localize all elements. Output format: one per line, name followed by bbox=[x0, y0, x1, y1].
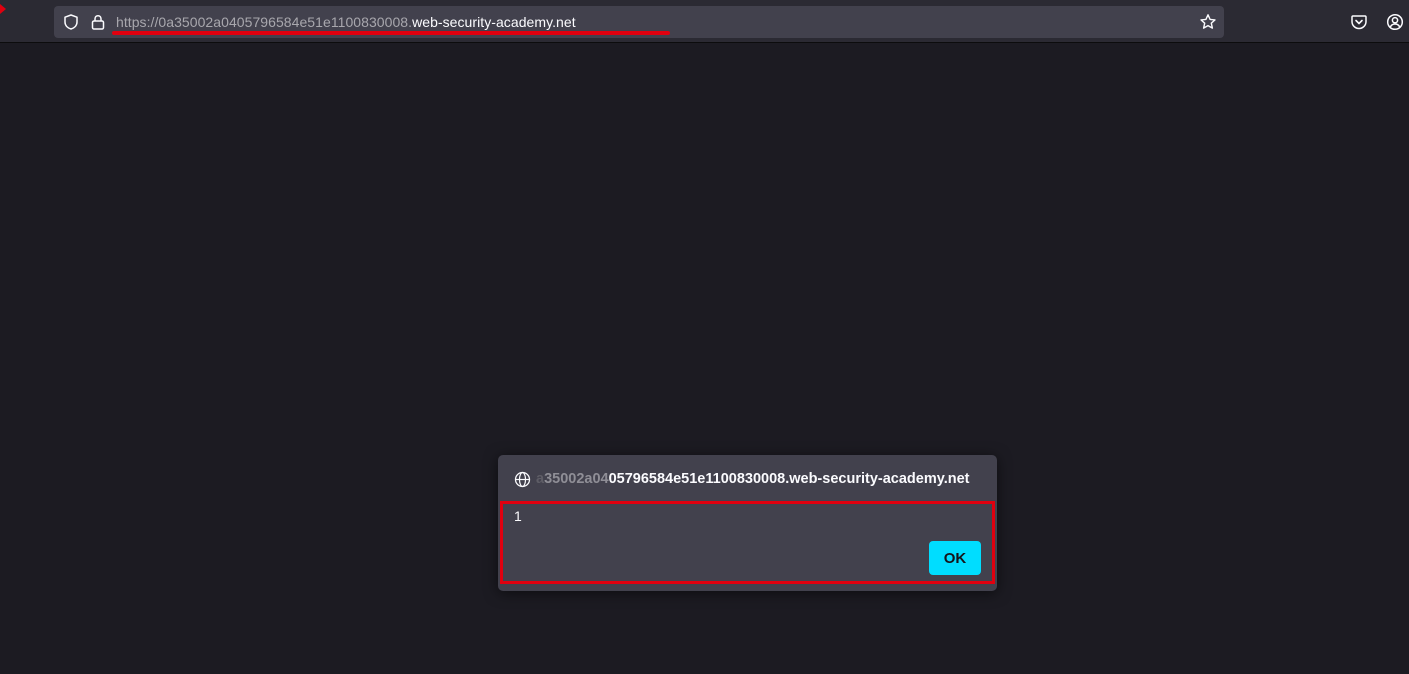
url-scheme-subdomain: https://0a35002a0405796584e51e1100830008… bbox=[116, 14, 413, 30]
globe-icon bbox=[514, 471, 531, 488]
annotation-arrow bbox=[0, 4, 6, 14]
dialog-origin-faded: 35002a04 bbox=[544, 471, 609, 487]
dialog-origin-faded-start: a bbox=[536, 471, 545, 487]
alert-dialog: a35002a0405796584e51e1100830008.web-secu… bbox=[498, 455, 997, 591]
dialog-message: 1 bbox=[514, 508, 522, 524]
browser-toolbar: https://0a35002a0405796584e51e1100830008… bbox=[0, 0, 1409, 43]
dialog-origin-main: 05796584e51e1100830008.web-security-acad… bbox=[608, 471, 970, 487]
shield-icon[interactable] bbox=[62, 13, 80, 31]
account-icon[interactable] bbox=[1386, 13, 1404, 31]
annotation-highlight-box bbox=[500, 501, 995, 584]
star-icon[interactable] bbox=[1199, 13, 1217, 31]
dialog-origin: a35002a0405796584e51e1100830008.web-secu… bbox=[536, 471, 969, 488]
pocket-icon[interactable] bbox=[1350, 13, 1368, 31]
url-annotation-underline bbox=[112, 31, 670, 35]
url-domain: web-security-academy.net bbox=[412, 14, 576, 30]
url-text[interactable]: https://0a35002a0405796584e51e1100830008… bbox=[116, 13, 576, 31]
ok-button[interactable]: OK bbox=[929, 541, 981, 575]
dialog-header: a35002a0405796584e51e1100830008.web-secu… bbox=[514, 471, 984, 489]
lock-icon[interactable] bbox=[89, 13, 107, 31]
